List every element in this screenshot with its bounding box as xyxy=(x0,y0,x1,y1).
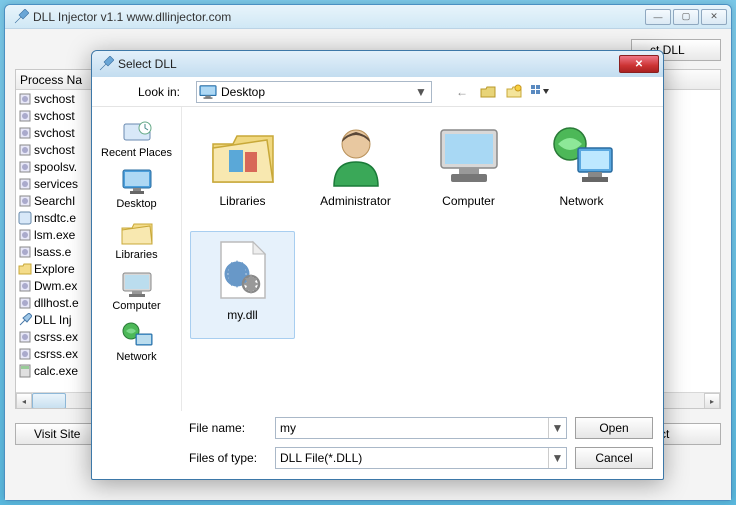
process-name: csrss.ex xyxy=(34,347,78,361)
file-item[interactable]: Libraries xyxy=(190,117,295,225)
process-name: svchost xyxy=(34,143,75,157)
cancel-button[interactable]: Cancel xyxy=(575,447,653,469)
filetype-combo[interactable]: ▼ xyxy=(275,447,567,469)
process-name: DLL Inj xyxy=(34,313,72,327)
place-item-network[interactable]: Network xyxy=(96,315,178,366)
filename-arrow-icon: ▼ xyxy=(548,418,566,438)
file-dialog: Select DLL ✕ Look in: Desktop ▼ ← Recent… xyxy=(91,50,664,480)
minimize-button[interactable]: — xyxy=(645,9,671,25)
combo-arrow-icon: ▼ xyxy=(413,85,429,99)
dialog-toolbar: Look in: Desktop ▼ ← xyxy=(92,77,663,107)
file-label: Computer xyxy=(442,194,495,208)
process-name: svchost xyxy=(34,109,75,123)
open-button[interactable]: Open xyxy=(575,417,653,439)
file-label: my.dll xyxy=(227,308,257,322)
filetype-label: Files of type: xyxy=(189,451,267,465)
lookin-combo[interactable]: Desktop ▼ xyxy=(196,81,432,103)
main-close-button[interactable]: ✕ xyxy=(701,9,727,25)
scroll-thumb[interactable] xyxy=(32,393,66,409)
place-item-desktop[interactable]: Desktop xyxy=(96,162,178,213)
dialog-close-button[interactable]: ✕ xyxy=(619,55,659,73)
places-bar: Recent Places Desktop Libraries Computer Net… xyxy=(92,107,182,411)
scroll-left-arrow[interactable]: ◂ xyxy=(16,393,32,409)
process-name: SearchI xyxy=(34,194,75,208)
desktop-icon xyxy=(199,84,217,100)
maximize-button[interactable]: ▢ xyxy=(673,9,699,25)
file-item[interactable]: Administrator xyxy=(303,117,408,225)
dialog-bottom: File name: ▼ Open Files of type: ▼ Cance… xyxy=(92,411,663,479)
up-icon[interactable] xyxy=(478,82,498,102)
place-label: Computer xyxy=(112,300,160,312)
filetype-input[interactable] xyxy=(276,451,548,465)
back-icon[interactable]: ← xyxy=(452,82,472,102)
scroll-right-arrow[interactable]: ▸ xyxy=(704,393,720,409)
process-name: Dwm.ex xyxy=(34,279,77,293)
file-item[interactable]: my.dll xyxy=(190,231,295,339)
place-label: Desktop xyxy=(116,198,156,210)
process-name: lsm.exe xyxy=(34,228,75,242)
dialog-icon xyxy=(98,56,114,72)
file-area[interactable]: Libraries Administrator Computer Network my.… xyxy=(182,107,663,411)
lookin-label: Look in: xyxy=(100,85,180,99)
filename-input[interactable] xyxy=(276,421,548,435)
process-name: lsass.e xyxy=(34,245,71,259)
place-item-computer[interactable]: Computer xyxy=(96,264,178,315)
process-name: services xyxy=(34,177,78,191)
lookin-value: Desktop xyxy=(221,85,413,99)
process-name: dllhost.e xyxy=(34,296,79,310)
dialog-body: Recent Places Desktop Libraries Computer Net… xyxy=(92,107,663,411)
file-label: Network xyxy=(559,194,603,208)
place-label: Libraries xyxy=(115,249,157,261)
filename-combo[interactable]: ▼ xyxy=(275,417,567,439)
filetype-arrow-icon: ▼ xyxy=(548,448,566,468)
filename-label: File name: xyxy=(189,421,267,435)
place-label: Network xyxy=(116,351,156,363)
view-menu-icon[interactable] xyxy=(530,82,550,102)
process-name: Explore xyxy=(34,262,75,276)
file-label: Administrator xyxy=(320,194,391,208)
process-name: msdtc.e xyxy=(34,211,76,225)
place-item-libraries[interactable]: Libraries xyxy=(96,213,178,264)
place-item-recent[interactable]: Recent Places xyxy=(96,111,178,162)
visit-site-button[interactable]: Visit Site xyxy=(15,423,99,445)
dialog-titlebar[interactable]: Select DLL ✕ xyxy=(92,51,663,77)
place-label: Recent Places xyxy=(101,147,172,159)
process-name: spoolsv. xyxy=(34,160,77,174)
process-name: csrss.ex xyxy=(34,330,78,344)
app-icon xyxy=(13,9,29,25)
process-name: svchost xyxy=(34,92,75,106)
file-label: Libraries xyxy=(219,194,265,208)
file-item[interactable]: Network xyxy=(529,117,634,225)
main-title: DLL Injector v1.1 www.dllinjector.com xyxy=(33,10,645,24)
process-name: calc.exe xyxy=(34,364,78,378)
process-name: svchost xyxy=(34,126,75,140)
main-titlebar[interactable]: DLL Injector v1.1 www.dllinjector.com — … xyxy=(5,5,731,29)
file-item[interactable]: Computer xyxy=(416,117,521,225)
new-folder-icon[interactable] xyxy=(504,82,524,102)
dialog-title: Select DLL xyxy=(118,57,619,71)
